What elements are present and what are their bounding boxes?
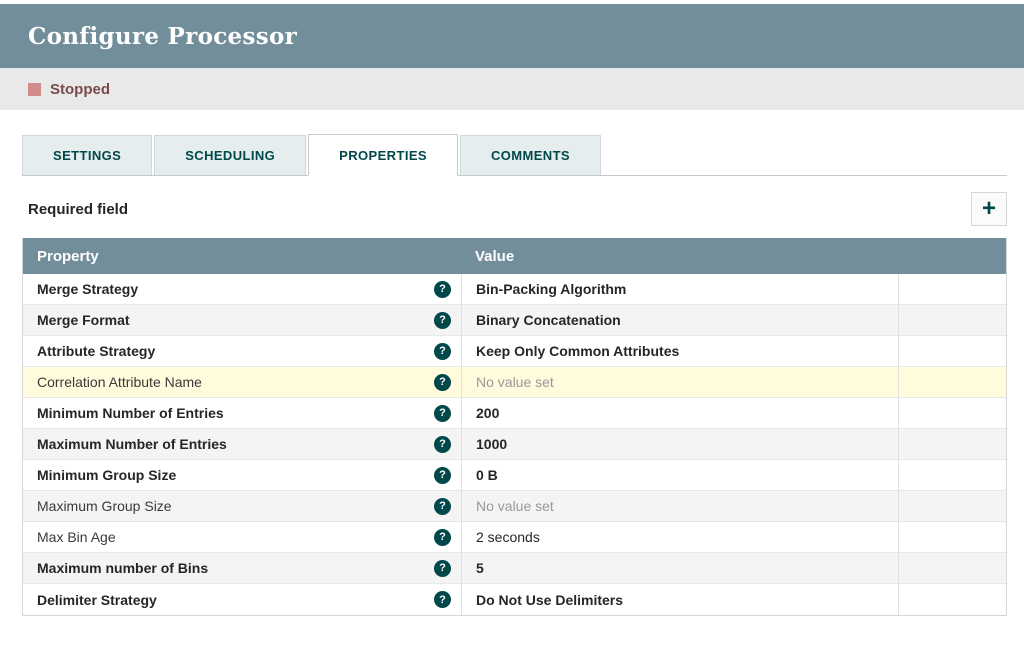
tab-properties[interactable]: PROPERTIES [308,134,458,176]
property-name: Merge Format [37,312,130,328]
tab-label: SETTINGS [53,148,121,163]
value-cell[interactable]: 2 seconds [461,522,898,552]
value-cell[interactable]: Bin-Packing Algorithm [461,274,898,304]
property-cell: Maximum number of Bins ? [23,553,461,583]
add-property-button[interactable]: + [971,192,1007,226]
page-title: Configure Processor [28,23,297,50]
configure-processor-dialog: Configure Processor Stopped SETTINGS SCH… [0,4,1024,616]
property-cell: Maximum Number of Entries ? [23,429,461,459]
row-actions-cell [898,274,1006,304]
row-actions-cell [898,305,1006,335]
tab-label: COMMENTS [491,148,570,163]
status-bar: Stopped [0,68,1024,110]
property-cell: Maximum Group Size ? [23,491,461,521]
help-icon[interactable]: ? [434,374,451,391]
property-cell: Minimum Number of Entries ? [23,398,461,428]
row-actions-cell [898,367,1006,397]
help-icon[interactable]: ? [434,343,451,360]
table-row[interactable]: Merge Format ? Binary Concatenation [23,305,1006,336]
property-cell: Max Bin Age ? [23,522,461,552]
help-icon[interactable]: ? [434,312,451,329]
help-icon[interactable]: ? [434,591,451,608]
column-header-property: Property [23,248,461,265]
table-row[interactable]: Maximum number of Bins ? 5 [23,553,1006,584]
table-row[interactable]: Merge Strategy ? Bin-Packing Algorithm [23,274,1006,305]
value-cell[interactable]: 1000 [461,429,898,459]
property-name: Delimiter Strategy [37,592,157,608]
value-cell[interactable]: 5 [461,553,898,583]
property-cell: Delimiter Strategy ? [23,584,461,615]
property-name: Attribute Strategy [37,343,155,359]
properties-toolbar: Required field + [22,192,1007,226]
value-cell[interactable]: Binary Concatenation [461,305,898,335]
property-cell: Correlation Attribute Name ? [23,367,461,397]
property-name: Minimum Number of Entries [37,405,224,421]
tab-label: SCHEDULING [185,148,275,163]
tab-comments[interactable]: COMMENTS [460,135,601,175]
property-cell: Attribute Strategy ? [23,336,461,366]
table-row[interactable]: Delimiter Strategy ? Do Not Use Delimite… [23,584,1006,615]
value-cell[interactable]: No value set [461,367,898,397]
tab-settings[interactable]: SETTINGS [22,135,152,175]
help-icon[interactable]: ? [434,498,451,515]
table-row[interactable]: Maximum Number of Entries ? 1000 [23,429,1006,460]
table-header: Property Value [23,238,1006,274]
help-icon[interactable]: ? [434,467,451,484]
properties-table: Property Value Merge Strategy ? Bin-Pack… [22,238,1007,616]
value-cell[interactable]: Keep Only Common Attributes [461,336,898,366]
row-actions-cell [898,429,1006,459]
help-icon[interactable]: ? [434,281,451,298]
help-icon[interactable]: ? [434,529,451,546]
property-name: Max Bin Age [37,529,116,545]
table-row[interactable]: Attribute Strategy ? Keep Only Common At… [23,336,1006,367]
property-name: Maximum Group Size [37,498,172,514]
value-cell[interactable]: No value set [461,491,898,521]
value-cell[interactable]: 200 [461,398,898,428]
column-header-value: Value [461,248,1006,265]
table-body: Merge Strategy ? Bin-Packing Algorithm M… [23,274,1006,615]
property-name: Merge Strategy [37,281,138,297]
property-name: Maximum Number of Entries [37,436,227,452]
table-row[interactable]: Maximum Group Size ? No value set [23,491,1006,522]
property-cell: Merge Format ? [23,305,461,335]
row-actions-cell [898,553,1006,583]
property-cell: Merge Strategy ? [23,274,461,304]
help-icon[interactable]: ? [434,405,451,422]
row-actions-cell [898,398,1006,428]
required-field-label: Required field [22,201,128,218]
tab-bar: SETTINGS SCHEDULING PROPERTIES COMMENTS [22,134,1007,176]
dialog-header: Configure Processor [0,4,1024,68]
table-row[interactable]: Max Bin Age ? 2 seconds [23,522,1006,553]
property-name: Minimum Group Size [37,467,176,483]
help-icon[interactable]: ? [434,436,451,453]
row-actions-cell [898,584,1006,615]
dialog-content: SETTINGS SCHEDULING PROPERTIES COMMENTS … [0,110,1024,616]
tab-scheduling[interactable]: SCHEDULING [154,135,306,175]
property-name: Correlation Attribute Name [37,374,202,390]
value-cell[interactable]: 0 B [461,460,898,490]
stopped-status-icon [28,83,41,96]
table-row[interactable]: Minimum Group Size ? 0 B [23,460,1006,491]
row-actions-cell [898,336,1006,366]
row-actions-cell [898,491,1006,521]
value-cell[interactable]: Do Not Use Delimiters [461,584,898,615]
table-row[interactable]: Correlation Attribute Name ? No value se… [23,367,1006,398]
row-actions-cell [898,522,1006,552]
property-name: Maximum number of Bins [37,560,208,576]
help-icon[interactable]: ? [434,560,451,577]
table-row[interactable]: Minimum Number of Entries ? 200 [23,398,1006,429]
property-cell: Minimum Group Size ? [23,460,461,490]
status-label: Stopped [50,81,110,98]
tab-label: PROPERTIES [339,148,427,163]
row-actions-cell [898,460,1006,490]
